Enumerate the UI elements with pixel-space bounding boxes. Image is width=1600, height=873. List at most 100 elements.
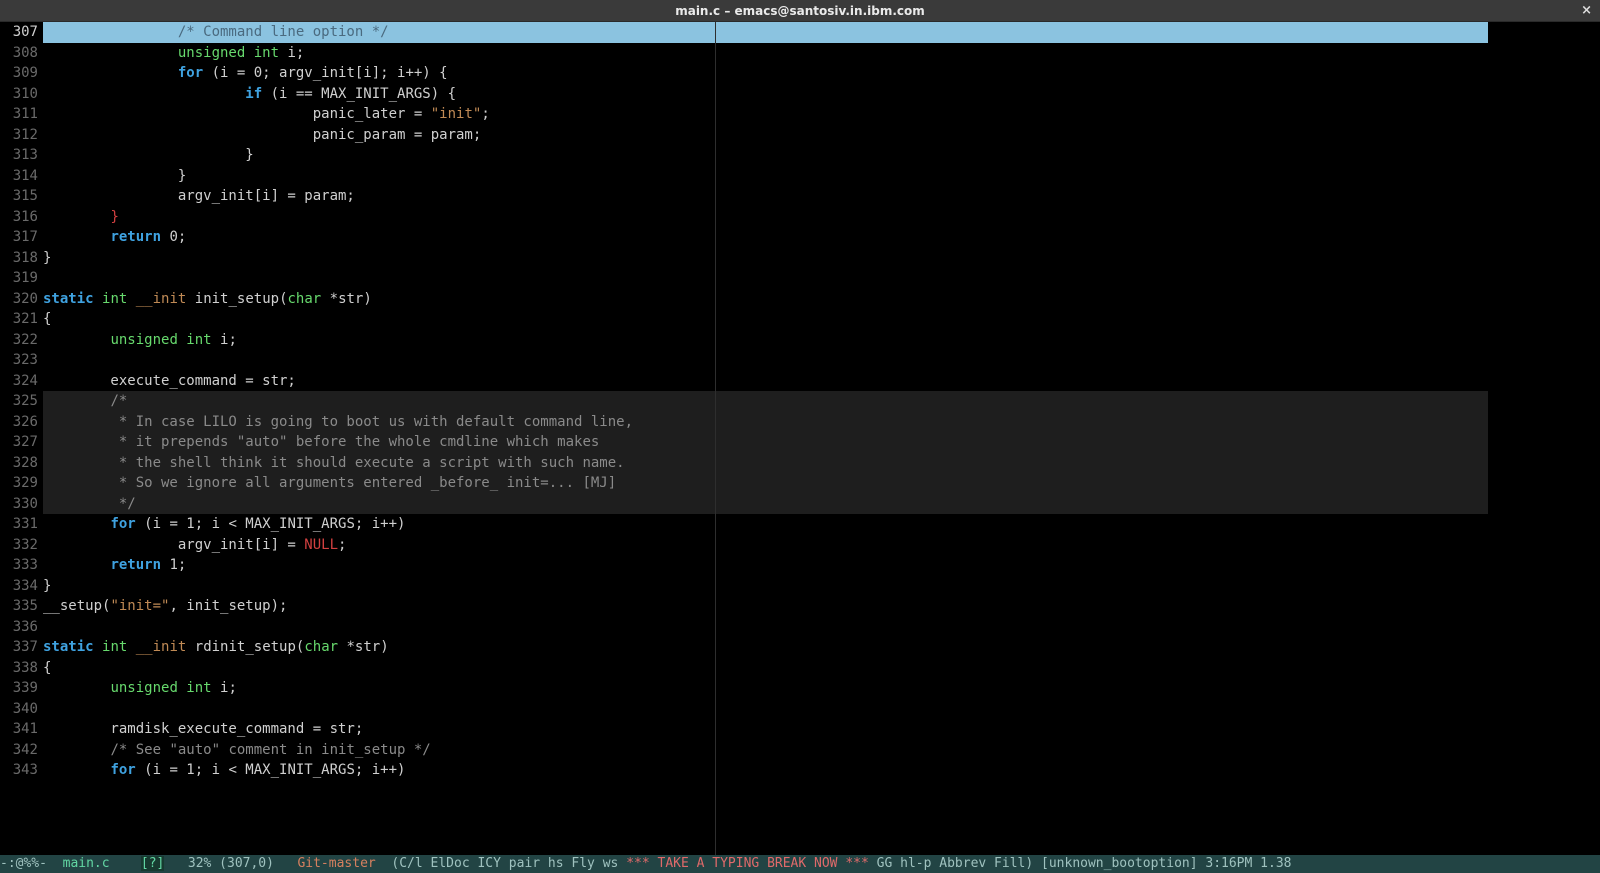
tok-plain: *str) [338,639,389,655]
tok-type: int [102,639,127,655]
code-row[interactable]: 335__setup("init=", init_setup); [0,596,1600,617]
code-row[interactable]: 337static int __init rdinit_setup(char *… [0,637,1600,658]
code-cell[interactable]: /* [43,391,1600,412]
code-row[interactable]: 334} [0,576,1600,597]
tok-comment: * the shell think it should execute a sc… [43,455,625,471]
line-number: 320 [0,289,43,310]
code-row[interactable]: 317 return 0; [0,227,1600,248]
line-number: 314 [0,166,43,187]
code-row[interactable]: 326 * In case LILO is going to boot us w… [0,412,1600,433]
code-row[interactable]: 340 [0,699,1600,720]
window-titlebar: main.c – emacs@santosiv.in.ibm.com × [0,0,1600,22]
tok-plain [43,516,110,532]
code-row[interactable]: 311 panic_later = "init"; [0,104,1600,125]
editor-viewport[interactable]: 307 /* Command line option */308 unsigne… [0,22,1600,855]
code-cell[interactable]: execute_command = str; [43,371,1600,392]
code-cell[interactable]: return 0; [43,227,1600,248]
tok-comment: * In case LILO is going to boot us with … [43,414,633,430]
code-cell[interactable]: __setup("init=", init_setup); [43,596,1600,617]
line-number: 338 [0,658,43,679]
code-row[interactable]: 332 argv_init[i] = NULL; [0,535,1600,556]
code-cell[interactable]: static int __init rdinit_setup(char *str… [43,637,1600,658]
modeline[interactable]: -:@%%- main.c [?] 32% (307,0) Git-master… [0,855,1600,873]
code-row[interactable]: 321{ [0,309,1600,330]
code-cell[interactable]: static int __init init_setup(char *str) [43,289,1600,310]
code-cell[interactable]: { [43,309,1600,330]
code-row[interactable]: 339 unsigned int i; [0,678,1600,699]
code-cell[interactable] [43,350,1600,371]
line-number: 328 [0,453,43,474]
code-cell[interactable] [43,268,1600,289]
code-cell[interactable]: */ [43,494,1600,515]
code-row[interactable]: 310 if (i == MAX_INIT_ARGS) { [0,84,1600,105]
close-icon[interactable]: × [1581,0,1592,22]
code-cell[interactable]: for (i = 1; i < MAX_INIT_ARGS; i++) [43,514,1600,535]
code-cell[interactable]: panic_param = param; [43,125,1600,146]
code-row[interactable]: 323 [0,350,1600,371]
code-row[interactable]: 308 unsigned int i; [0,43,1600,64]
tok-plain [43,680,110,696]
code-row[interactable]: 333 return 1; [0,555,1600,576]
tok-plain: ; [338,537,346,553]
code-cell[interactable]: * it prepends "auto" before the whole cm… [43,432,1600,453]
code-cell[interactable]: } [43,166,1600,187]
code-row[interactable]: 319 [0,268,1600,289]
line-number: 312 [0,125,43,146]
code-cell[interactable]: } [43,576,1600,597]
code-cell[interactable]: * the shell think it should execute a sc… [43,453,1600,474]
code-row[interactable]: 313 } [0,145,1600,166]
code-row[interactable]: 338{ [0,658,1600,679]
code-row[interactable]: 320static int __init init_setup(char *st… [0,289,1600,310]
code-row[interactable]: 314 } [0,166,1600,187]
code-cell[interactable]: panic_later = "init"; [43,104,1600,125]
code-row[interactable]: 325 /* [0,391,1600,412]
code-row[interactable]: 312 panic_param = param; [0,125,1600,146]
code-cell[interactable]: argv_init[i] = NULL; [43,535,1600,556]
code-row[interactable]: 327 * it prepends "auto" before the whol… [0,432,1600,453]
code-cell[interactable]: * In case LILO is going to boot us with … [43,412,1600,433]
code-cell[interactable]: unsigned int i; [43,43,1600,64]
tok-plain [43,209,110,225]
line-number: 310 [0,84,43,105]
code-cell[interactable]: return 1; [43,555,1600,576]
code-cell[interactable]: } [43,145,1600,166]
code-cell[interactable]: argv_init[i] = param; [43,186,1600,207]
code-cell[interactable] [43,617,1600,638]
code-cell[interactable]: } [43,248,1600,269]
modeline-status: -:@%%- [0,856,63,871]
code-cell[interactable]: * So we ignore all arguments entered _be… [43,473,1600,494]
code-cell[interactable]: unsigned int i; [43,330,1600,351]
code-row[interactable]: 324 execute_command = str; [0,371,1600,392]
code-row[interactable]: 342 /* See "auto" comment in init_setup … [0,740,1600,761]
tok-comment: /* [110,393,127,409]
code-row[interactable]: 316 } [0,207,1600,228]
code-row[interactable]: 322 unsigned int i; [0,330,1600,351]
code-row[interactable]: 318} [0,248,1600,269]
code-row[interactable]: 309 for (i = 0; argv_init[i]; i++) { [0,63,1600,84]
tok-plain: } [43,147,254,163]
code-row[interactable]: 343 for (i = 1; i < MAX_INIT_ARGS; i++) [0,760,1600,781]
code-row[interactable]: 331 for (i = 1; i < MAX_INIT_ARGS; i++) [0,514,1600,535]
code-cell[interactable]: { [43,658,1600,679]
code-row[interactable]: 328 * the shell think it should execute … [0,453,1600,474]
tok-string: "init" [431,106,482,122]
line-number: 340 [0,699,43,720]
code-cell[interactable]: } [43,207,1600,228]
code-row[interactable]: 329 * So we ignore all arguments entered… [0,473,1600,494]
code-cell[interactable]: /* Command line option */ [43,22,1600,43]
code-row[interactable]: 341 ramdisk_execute_command = str; [0,719,1600,740]
code-cell[interactable]: if (i == MAX_INIT_ARGS) { [43,84,1600,105]
code-cell[interactable]: for (i = 0; argv_init[i]; i++) { [43,63,1600,84]
code-row[interactable]: 307 /* Command line option */ [0,22,1600,43]
code-cell[interactable] [43,699,1600,720]
code-cell[interactable]: /* See "auto" comment in init_setup */ [43,740,1600,761]
code-cell[interactable]: for (i = 1; i < MAX_INIT_ARGS; i++) [43,760,1600,781]
code-row[interactable]: 336 [0,617,1600,638]
code-row[interactable]: 330 */ [0,494,1600,515]
code-cell[interactable]: ramdisk_execute_command = str; [43,719,1600,740]
code-cell[interactable]: unsigned int i; [43,678,1600,699]
tok-kw: return [110,557,161,573]
tok-kw: if [245,86,262,102]
tok-plain: i; [212,680,237,696]
code-row[interactable]: 315 argv_init[i] = param; [0,186,1600,207]
